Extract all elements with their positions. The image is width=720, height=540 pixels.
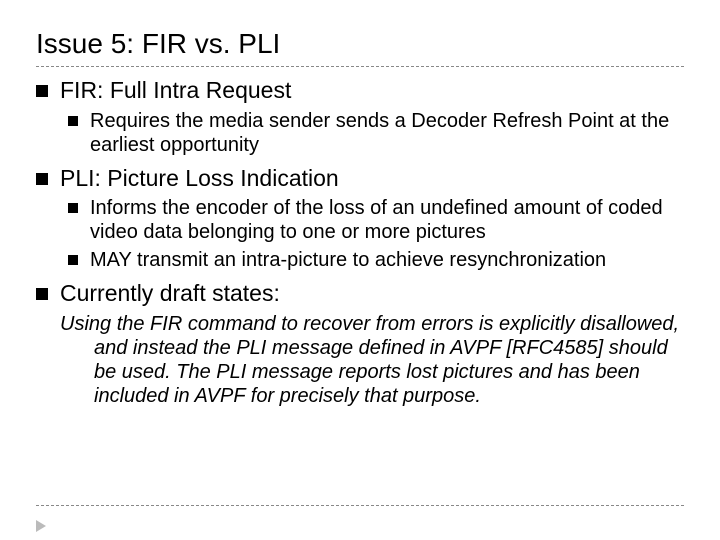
main-list: FIR: Full Intra Request Requires the med… [36,77,684,308]
list-item: FIR: Full Intra Request Requires the med… [36,77,684,157]
list-label: Currently draft states: [60,280,280,306]
slide: Issue 5: FIR vs. PLI FIR: Full Intra Req… [0,0,720,540]
list-item: Currently draft states: [36,280,684,308]
sub-list: Informs the encoder of the loss of an un… [60,196,684,272]
list-label: FIR: Full Intra Request [60,77,291,103]
quote-block: Using the FIR command to recover from er… [60,312,684,408]
sub-item: Requires the media sender sends a Decode… [68,109,684,157]
sub-item: MAY transmit an intra-picture to achieve… [68,248,684,272]
quote-text: Using the FIR command to recover from er… [60,312,680,408]
slide-title: Issue 5: FIR vs. PLI [36,28,684,60]
list-item: PLI: Picture Loss Indication Informs the… [36,165,684,273]
list-label: PLI: Picture Loss Indication [60,165,339,191]
footer-divider [36,505,684,506]
title-divider [36,66,684,67]
sub-item: Informs the encoder of the loss of an un… [68,196,684,244]
sub-list: Requires the media sender sends a Decode… [60,109,684,157]
next-arrow-icon [36,520,46,532]
